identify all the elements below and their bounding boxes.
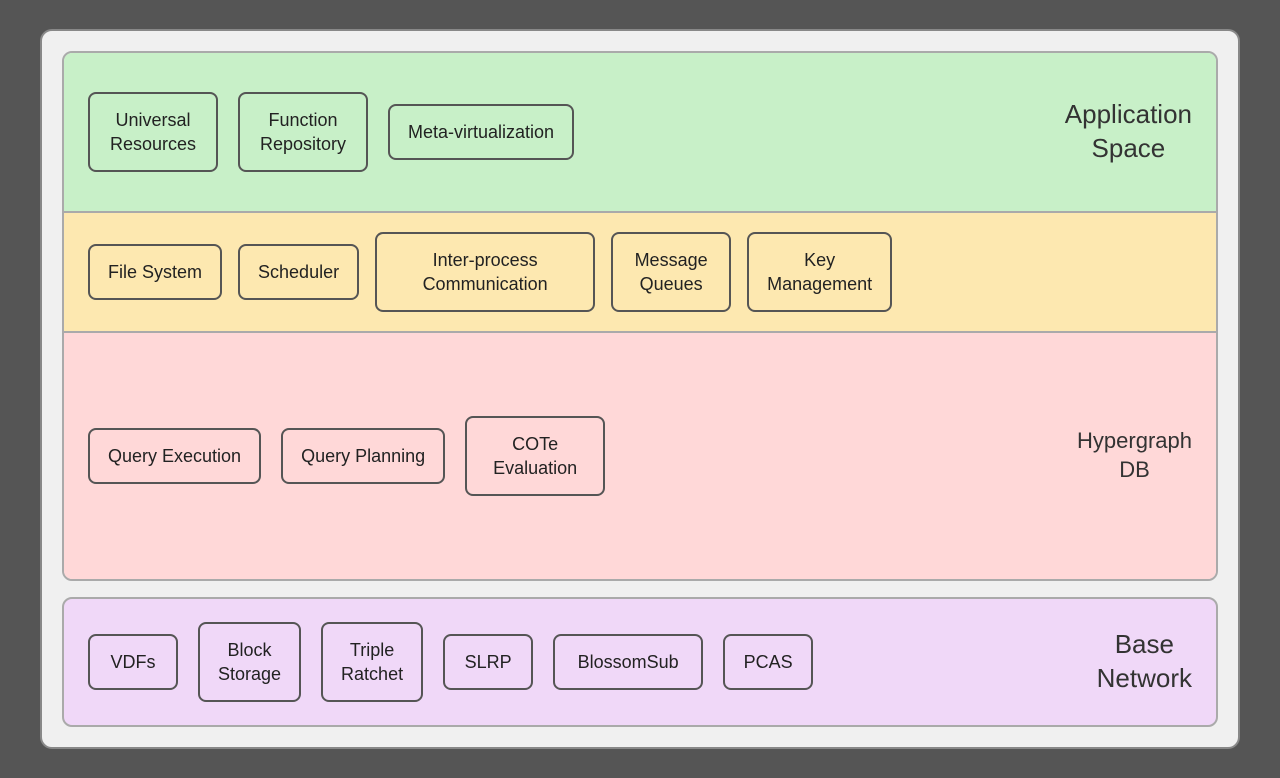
file-system-box: File System	[88, 244, 222, 300]
os-services-section: File System Scheduler Inter-process Comm…	[64, 213, 1216, 333]
vdfs-box: VDFs	[88, 634, 178, 690]
scheduler-box: Scheduler	[238, 244, 359, 300]
blossomsub-box: BlossomSub	[553, 634, 703, 690]
base-network-label: BaseNetwork	[1097, 628, 1192, 696]
query-planning-box: Query Planning	[281, 428, 445, 484]
app-space-section: Universal Resources Function Repository …	[64, 53, 1216, 213]
query-execution-box: Query Execution	[88, 428, 261, 484]
inter-process-communication-box: Inter-process Communication	[375, 232, 595, 313]
inner-container: Universal Resources Function Repository …	[62, 51, 1218, 581]
pcas-box: PCAS	[723, 634, 813, 690]
universal-resources-box: Universal Resources	[88, 92, 218, 173]
meta-virtualization-box: Meta-virtualization	[388, 104, 574, 160]
triple-ratchet-box: Triple Ratchet	[321, 622, 423, 703]
block-storage-box: Block Storage	[198, 622, 301, 703]
hypergraph-section: Query Execution Query Planning COTe Eval…	[64, 333, 1216, 579]
cote-evaluation-box: COTe Evaluation	[465, 416, 605, 497]
function-repository-box: Function Repository	[238, 92, 368, 173]
message-queues-box: Message Queues	[611, 232, 731, 313]
slrp-box: SLRP	[443, 634, 533, 690]
outer-container: Universal Resources Function Repository …	[40, 29, 1240, 749]
base-network-section: VDFs Block Storage Triple Ratchet SLRP B…	[62, 597, 1218, 727]
app-space-label: ApplicationSpace	[1065, 98, 1192, 166]
hypergraph-label: HypergraphDB	[1077, 427, 1192, 484]
key-management-box: Key Management	[747, 232, 892, 313]
